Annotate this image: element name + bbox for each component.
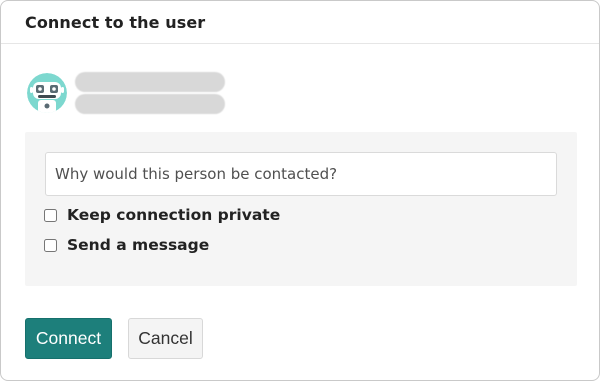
dialog-title: Connect to the user — [25, 12, 206, 32]
dialog-header: Connect to the user — [1, 1, 599, 44]
connection-options-panel: Keep connection private Send a message — [25, 132, 577, 286]
send-message-checkbox[interactable] — [44, 238, 57, 252]
keep-private-label: Keep connection private — [67, 206, 281, 224]
send-message-label: Send a message — [67, 236, 210, 254]
user-name-redacted — [75, 72, 225, 92]
keep-private-option[interactable]: Keep connection private — [44, 206, 280, 224]
reason-input[interactable] — [45, 152, 557, 196]
user-detail-redacted — [75, 94, 225, 114]
connect-button[interactable]: Connect — [25, 318, 112, 359]
user-info-redacted — [75, 72, 225, 114]
robot-avatar-icon — [27, 73, 67, 113]
user-summary — [27, 72, 225, 114]
cancel-button[interactable]: Cancel — [128, 318, 203, 359]
connect-dialog: Connect to the user Why would this perso… — [0, 0, 600, 381]
keep-private-checkbox[interactable] — [44, 208, 57, 222]
send-message-option[interactable]: Send a message — [44, 236, 209, 254]
